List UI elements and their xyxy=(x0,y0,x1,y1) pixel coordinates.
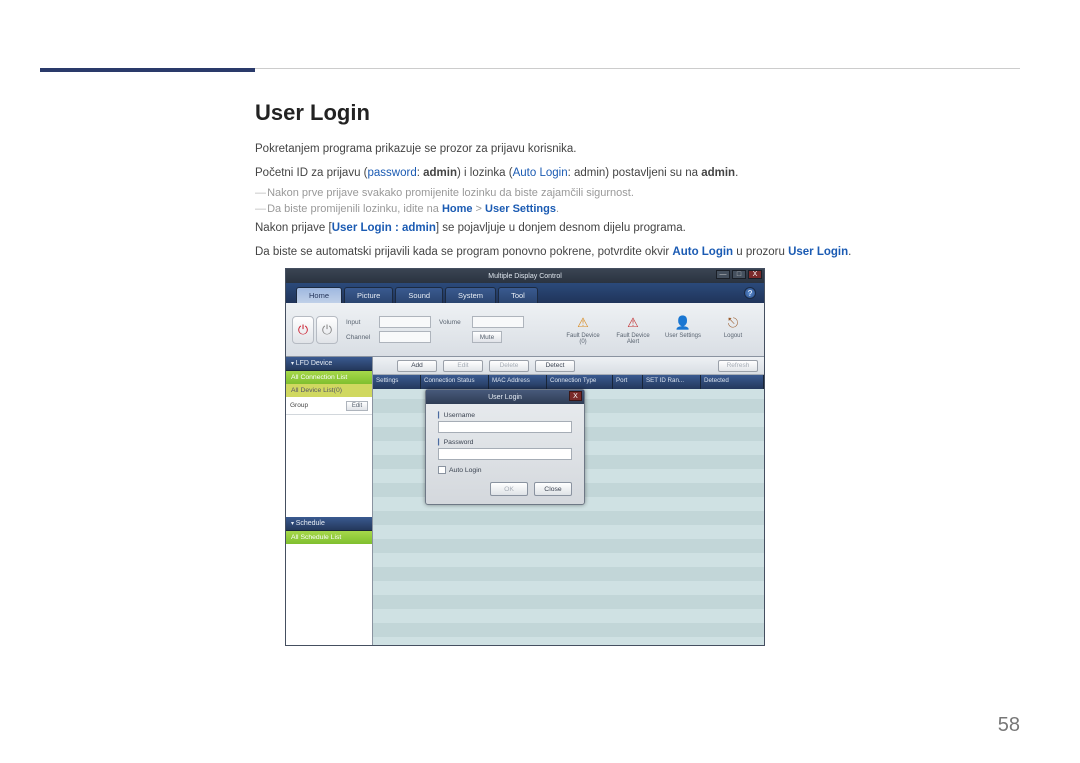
logout-icon: ⎋ xyxy=(724,314,742,332)
username-input[interactable] xyxy=(438,421,572,433)
col-setid[interactable]: SET ID Ran... xyxy=(643,375,701,389)
channel-label: Channel xyxy=(346,334,376,341)
toolbar: ⏻ ⏻ Input Channel Volume Mute ⚠Fault Dev… xyxy=(286,303,764,357)
page-title: User Login xyxy=(255,100,1020,126)
sidebar-device-list[interactable]: All Device List(0) xyxy=(286,384,372,397)
password-input[interactable] xyxy=(438,448,572,460)
intro-1: Pokretanjem programa prikazuje se prozor… xyxy=(255,140,1020,160)
main-tabs: Home Picture Sound System Tool ? xyxy=(286,283,764,303)
detect-button[interactable]: Detect xyxy=(535,360,575,372)
tab-home[interactable]: Home xyxy=(296,287,342,303)
login-dialog-title: User Login X xyxy=(426,390,584,404)
group-edit-button[interactable]: Edit xyxy=(346,401,368,411)
col-conn-type[interactable]: Connection Type xyxy=(547,375,613,389)
sidebar-schedule-header[interactable]: Schedule xyxy=(286,517,372,531)
auto-login-checkbox[interactable]: Auto Login xyxy=(438,466,572,474)
edit-button[interactable]: Edit xyxy=(443,360,483,372)
login-dialog-close[interactable]: X xyxy=(569,391,582,401)
password-label: Password xyxy=(438,439,572,446)
sidebar-group-row: Group Edit xyxy=(286,397,372,415)
sidebar-schedule-list[interactable]: All Schedule List xyxy=(286,531,372,544)
user-icon: 👤 xyxy=(674,314,692,332)
app-window: Multiple Display Control — □ X Home Pict… xyxy=(285,268,765,646)
close-button[interactable]: Close xyxy=(534,482,572,496)
intro-3: Nakon prijave [User Login : admin] se po… xyxy=(255,219,1020,239)
ok-button[interactable]: OK xyxy=(490,482,528,496)
channel-select[interactable] xyxy=(379,331,431,343)
mute-button[interactable]: Mute xyxy=(472,331,502,343)
fault-alert-button[interactable]: ⚠Fault Device Alert xyxy=(614,314,652,345)
user-settings-button[interactable]: 👤User Settings xyxy=(664,314,702,345)
tab-tool[interactable]: Tool xyxy=(498,287,538,303)
window-maximize[interactable]: □ xyxy=(732,270,746,279)
group-label: Group xyxy=(290,402,308,409)
col-port[interactable]: Port xyxy=(613,375,643,389)
window-titlebar: Multiple Display Control — □ X xyxy=(286,269,764,283)
sidebar: LFD Device All Connection List All Devic… xyxy=(286,357,372,645)
tab-picture[interactable]: Picture xyxy=(344,287,393,303)
help-icon[interactable]: ? xyxy=(744,287,756,299)
window-minimize[interactable]: — xyxy=(716,270,730,279)
power-on-button[interactable]: ⏻ xyxy=(292,316,314,344)
tab-system[interactable]: System xyxy=(445,287,496,303)
col-settings[interactable]: Settings xyxy=(373,375,421,389)
col-detected[interactable]: Detected xyxy=(701,375,764,389)
window-close[interactable]: X xyxy=(748,270,762,279)
col-conn-status[interactable]: Connection Status xyxy=(421,375,489,389)
action-bar: Add Edit Delete Detect Refresh xyxy=(373,357,764,375)
col-mac[interactable]: MAC Address xyxy=(489,375,547,389)
checkbox-icon xyxy=(438,466,446,474)
sidebar-conn-list[interactable]: All Connection List xyxy=(286,371,372,384)
fault-device-button[interactable]: ⚠Fault Device (0) xyxy=(564,314,602,345)
username-label: Username xyxy=(438,412,572,419)
logout-button[interactable]: ⎋Logout xyxy=(714,314,752,345)
input-select[interactable] xyxy=(379,316,431,328)
note-1: Nakon prve prijave svakako promijenite l… xyxy=(255,187,1020,199)
power-off-button[interactable]: ⏻ xyxy=(316,316,338,344)
warning-icon: ⚠ xyxy=(574,314,592,332)
volume-select[interactable] xyxy=(472,316,524,328)
main-area: Add Edit Delete Detect Refresh Settings … xyxy=(372,357,764,645)
tab-sound[interactable]: Sound xyxy=(395,287,443,303)
warning-bell-icon: ⚠ xyxy=(624,314,642,332)
add-button[interactable]: Add xyxy=(397,360,437,372)
intro-4: Da biste se automatski prijavili kada se… xyxy=(255,243,1020,263)
sidebar-lfd-header[interactable]: LFD Device xyxy=(286,357,372,371)
intro-2: Početni ID za prijavu (password: admin) … xyxy=(255,164,1020,184)
header-accent xyxy=(40,68,255,72)
note-2: Da biste promijenili lozinku, idite na H… xyxy=(255,203,1020,215)
volume-label: Volume xyxy=(439,319,469,326)
doc-content: User Login Pokretanjem programa prikazuj… xyxy=(255,100,1020,266)
login-dialog: User Login X Username Password xyxy=(425,389,585,505)
page-number: 58 xyxy=(998,714,1020,737)
delete-button[interactable]: Delete xyxy=(489,360,529,372)
column-headers: Settings Connection Status MAC Address C… xyxy=(373,375,764,389)
window-title: Multiple Display Control xyxy=(488,273,562,280)
refresh-button[interactable]: Refresh xyxy=(718,360,758,372)
input-label: Input xyxy=(346,319,376,326)
